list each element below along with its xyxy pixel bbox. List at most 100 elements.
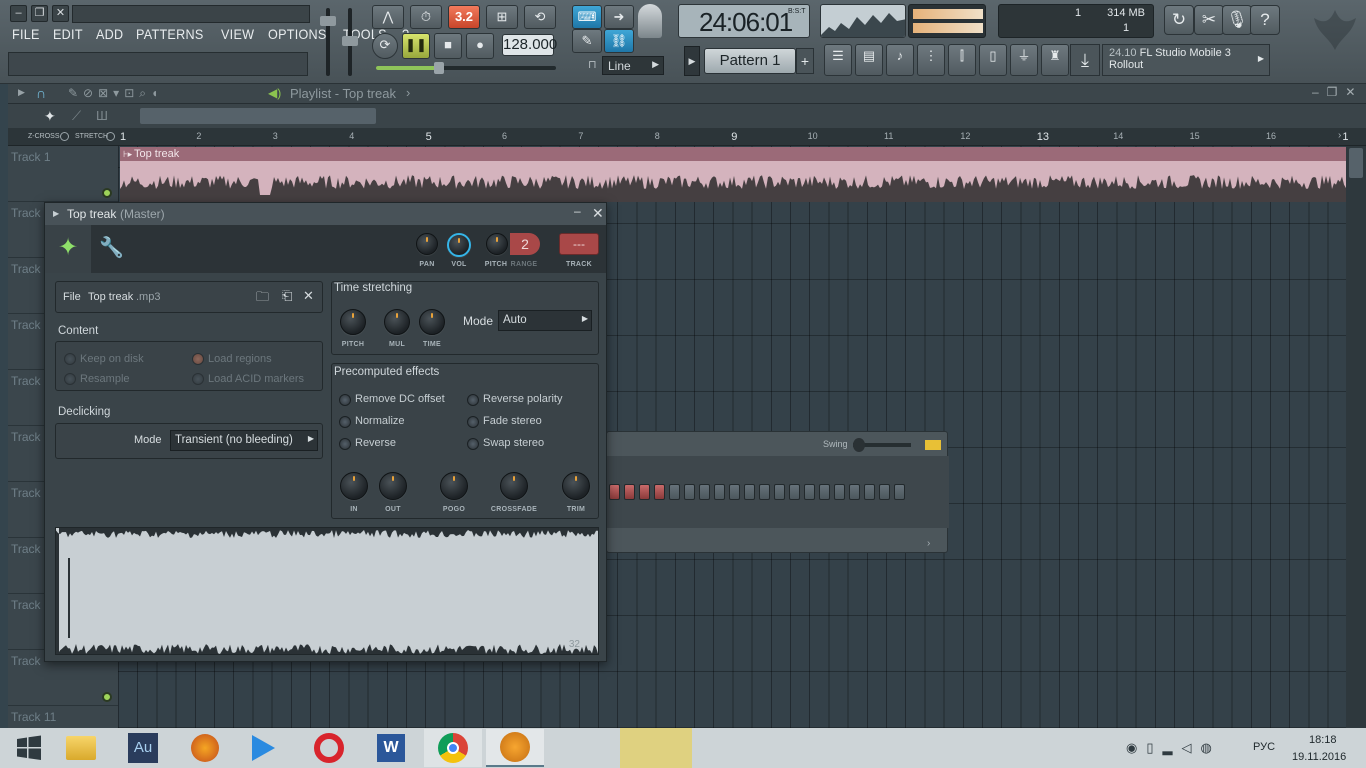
master-volume-slider[interactable] [320,16,336,26]
tempo-display[interactable]: 128.000 [502,34,557,56]
volume-knob[interactable] [447,233,471,257]
browser-icon[interactable]: ▯ [979,44,1007,76]
stretch-toggle[interactable] [106,132,115,141]
track-1-active-icon[interactable] [102,188,112,198]
tray-icons[interactable]: ◉▯▂◁◍ [1126,740,1221,756]
minimize-icon[interactable]: – [574,204,581,218]
ts-pitch-knob[interactable] [340,309,366,335]
word-icon[interactable]: W [362,729,420,767]
mixer-track-display[interactable]: --- [559,233,599,255]
microphone-icon[interactable]: 🎙 [1222,5,1252,35]
ruler-scroll-right-icon[interactable]: › [1338,130,1341,141]
track-10-active-icon[interactable] [102,692,112,702]
pitch-range-display[interactable]: 2 [510,233,540,255]
reverse-polarity-radio[interactable] [467,394,479,406]
menu-patterns[interactable]: PATTERNS [136,26,204,42]
stretch-tool-icon[interactable]: ⟋ [72,108,81,124]
step-button[interactable] [774,484,785,500]
menu-file[interactable]: FILE [12,26,40,42]
horizontal-scrollbar[interactable] [140,108,376,124]
menu-edit[interactable]: EDIT [53,26,83,42]
master-pitch-slider[interactable] [342,36,358,46]
ts-mul-knob[interactable] [384,309,410,335]
step-button[interactable] [609,484,620,500]
pause-icon[interactable]: ❚❚ [402,33,430,59]
step-button[interactable] [654,484,665,500]
playlist-window-controls[interactable]: –❐✕ [1312,85,1364,99]
ts-mode-select[interactable]: Auto ▶ [498,310,592,331]
clock-date[interactable]: 19.11.2016 [1292,751,1346,763]
clip-header[interactable]: ⊦▸ Top treak [120,147,1346,161]
timeline-ruler[interactable]: Z-CROSS STRETCH 1 2 3 4 5 6 7 8 9 10 11 12 13 14 15 16 1… [8,128,1366,146]
pattern-prev-icon[interactable]: ▶ [684,46,700,76]
step-button[interactable] [864,484,875,500]
pattern-selector[interactable]: Pattern 1 [704,48,796,74]
menu-view[interactable]: VIEW [221,26,254,42]
audition-icon[interactable]: Au [114,729,172,767]
playlist-tools-icon[interactable]: ✎⊘⊠▾⊡⌕◖ [68,86,163,101]
ts-time-knob[interactable] [419,309,445,335]
touch-controller-icon[interactable]: ♜ [1041,44,1069,76]
pan-knob[interactable] [416,233,438,255]
resample-radio[interactable] [64,373,76,385]
pogo-knob[interactable] [440,472,468,500]
in-knob[interactable] [340,472,368,500]
piano-roll-icon[interactable]: ♪ [886,44,914,76]
swing-slider[interactable] [853,438,865,452]
clip-menu-icon[interactable]: ⊦▸ [123,147,132,161]
minimize-icon[interactable]: – [10,5,27,22]
clock-time[interactable]: 18:18 [1309,734,1337,746]
out-knob[interactable] [379,472,407,500]
reload-sample-icon[interactable]: ⎗ [282,288,292,304]
channel-options-icon[interactable] [925,440,941,450]
load-acid-radio[interactable] [192,373,204,385]
undo-icon[interactable]: ↻ [1164,5,1194,35]
step-button[interactable] [624,484,635,500]
plugin-picker-icon[interactable]: ⏚ [1010,44,1038,76]
language-indicator[interactable]: РУС [1253,741,1275,753]
window-menu-icon[interactable]: ▶ [53,209,59,218]
menu-add[interactable]: ADD [96,26,123,42]
playlist-icon[interactable]: ☰ [824,44,852,76]
step-button[interactable] [834,484,845,500]
wrench-tab-icon[interactable]: 🔧 [99,235,124,260]
keyboard-tool-icon[interactable]: Ш [96,108,108,123]
waveform-monitor-icon[interactable]: ⋀ [372,5,404,29]
menu-arrow-icon[interactable]: ▶ [18,87,25,98]
reverse-radio[interactable] [339,438,351,450]
step-button[interactable] [789,484,800,500]
loop-icon[interactable]: ⟳ [372,33,398,59]
keep-on-disk-radio[interactable] [64,353,76,365]
vertical-scrollbar[interactable] [1346,146,1366,728]
link-icon[interactable]: ⛓ [604,29,634,53]
open-folder-icon[interactable]: 🗀 [256,288,269,310]
metronome-icon[interactable]: ⏱ [410,5,442,29]
help-icon[interactable]: ? [1250,5,1280,35]
channel-rack-icon[interactable]: ▤ [855,44,883,76]
remove-dc-radio[interactable] [339,394,351,406]
normalize-radio[interactable] [339,416,351,428]
pitch-knob[interactable] [486,233,508,255]
waveform-tool-icon[interactable]: ✦ [44,108,56,125]
step-edit-icon[interactable]: ➜ [604,5,634,29]
zcross-toggle[interactable] [60,132,69,141]
step-button[interactable] [819,484,830,500]
headphones-app-icon[interactable] [176,729,234,767]
countdown-icon[interactable]: ⊞ [486,5,518,29]
step-button[interactable] [714,484,725,500]
channel-settings-titlebar[interactable]: ▶ Top treak (Master) – ✕ [45,203,606,225]
step-sequencer-icon[interactable]: ⋮ [917,44,945,76]
declick-mode-select[interactable]: Transient (no bleeding) ▶ [170,430,318,451]
loop-record-icon[interactable]: ⟲ [524,5,556,29]
step-button[interactable] [729,484,740,500]
chrome-icon[interactable] [424,729,482,767]
pattern-song-toggle[interactable]: 3.2 [448,5,480,29]
trim-knob[interactable] [562,472,590,500]
sample-waveform-display[interactable]: 32 [55,527,599,655]
load-regions-radio[interactable] [192,353,204,365]
step-button[interactable] [804,484,815,500]
opera-icon[interactable] [300,729,358,767]
file-explorer-icon[interactable] [52,729,110,767]
audio-clip[interactable]: ⊦▸ Top treak [120,147,1346,202]
record-icon[interactable]: ● [466,33,494,59]
